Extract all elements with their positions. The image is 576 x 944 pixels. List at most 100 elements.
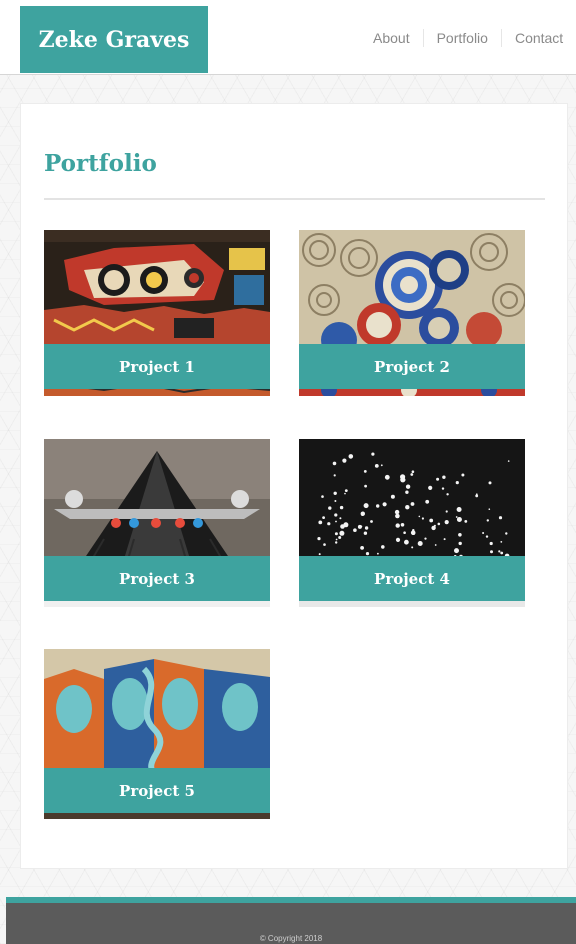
title-divider	[44, 198, 545, 200]
light-dot	[339, 530, 345, 536]
light-dot	[410, 502, 415, 506]
project-tile-3[interactable]: Project 3	[44, 439, 270, 607]
light-dot	[380, 464, 383, 467]
copyright-text: © Copyright 2018	[259, 934, 323, 943]
light-dot	[361, 513, 364, 516]
light-dot	[395, 513, 400, 519]
light-dot	[488, 508, 491, 510]
light-dot	[339, 517, 342, 520]
light-dot	[443, 538, 446, 541]
project-tile-1[interactable]: Project 1	[44, 230, 270, 396]
light-dot	[412, 529, 415, 532]
light-dot	[489, 541, 493, 546]
project-label: Project 5	[44, 768, 270, 813]
light-dot	[335, 520, 337, 523]
light-dot	[335, 538, 338, 541]
light-dot	[332, 461, 337, 466]
light-dot	[488, 481, 492, 485]
light-dot	[428, 485, 433, 490]
site-header: Zeke Graves About Portfolio Contact	[0, 0, 576, 75]
light-dot	[442, 475, 446, 479]
light-dot	[505, 532, 508, 535]
light-dot	[394, 509, 400, 515]
light-dot	[411, 531, 416, 535]
light-dot	[342, 458, 347, 463]
light-dot	[482, 532, 485, 534]
light-dot	[475, 494, 479, 498]
light-dot	[434, 544, 437, 546]
light-dot	[486, 519, 489, 522]
light-dot	[360, 525, 363, 528]
light-dot	[490, 550, 493, 554]
light-dot	[370, 520, 373, 523]
light-dot	[376, 504, 380, 508]
light-dot	[403, 531, 406, 534]
light-dot	[371, 452, 375, 456]
light-dot	[348, 454, 354, 459]
nav-item-portfolio[interactable]: Portfolio	[422, 29, 501, 47]
light-dot	[461, 473, 465, 477]
light-dot	[344, 489, 348, 492]
light-dot	[500, 541, 503, 543]
light-dot	[464, 520, 468, 523]
light-dot	[410, 473, 414, 476]
light-dot	[321, 495, 324, 498]
page-title: Portfolio	[44, 150, 157, 177]
project-label: Project 4	[299, 556, 525, 601]
light-dot	[328, 506, 332, 510]
light-dot	[405, 484, 411, 489]
light-dot	[382, 502, 387, 507]
light-dot	[364, 484, 367, 488]
light-dot	[339, 505, 344, 510]
light-dot	[437, 522, 441, 526]
project-tile-2[interactable]: Project 2	[299, 230, 525, 396]
light-dot	[334, 500, 337, 502]
light-dot	[334, 532, 338, 536]
light-dot	[374, 464, 379, 468]
light-dot	[343, 522, 349, 528]
light-dot	[360, 546, 364, 550]
site-logo[interactable]: Zeke Graves	[20, 6, 208, 73]
light-dot	[395, 537, 401, 542]
light-dot	[418, 515, 421, 518]
project-label: Project 2	[299, 344, 525, 389]
project-tile-4[interactable]: Project 4	[299, 439, 525, 607]
light-dot	[455, 516, 458, 518]
nav-item-about[interactable]: About	[360, 29, 423, 47]
light-dot	[400, 523, 405, 527]
light-dot	[441, 487, 445, 490]
light-dot	[381, 545, 385, 549]
light-dot	[425, 499, 430, 504]
light-dot	[404, 539, 409, 545]
light-dot	[384, 474, 390, 480]
project-tile-5[interactable]: Project 5	[44, 649, 270, 819]
light-dot	[454, 548, 459, 554]
light-dot	[333, 474, 336, 477]
light-dot	[333, 491, 337, 495]
light-dot	[455, 481, 459, 485]
light-dot	[485, 535, 489, 538]
light-dot	[405, 490, 409, 494]
light-dot	[456, 507, 462, 512]
light-dot	[363, 503, 369, 509]
light-dot	[377, 552, 379, 555]
nav-item-contact[interactable]: Contact	[500, 29, 576, 47]
light-dot	[421, 517, 424, 520]
light-dot	[327, 522, 331, 526]
light-dot	[444, 520, 449, 525]
light-dot	[334, 513, 338, 517]
light-dot	[335, 541, 338, 544]
project-label: Project 1	[44, 344, 270, 389]
light-dot	[322, 516, 325, 519]
light-dot	[363, 470, 367, 473]
light-dot	[363, 531, 368, 535]
light-dot	[390, 494, 395, 499]
light-dot	[456, 517, 462, 522]
light-dot	[429, 518, 434, 523]
light-dot	[364, 526, 369, 530]
light-dot	[395, 523, 400, 528]
light-dot	[318, 520, 323, 525]
main-nav: About Portfolio Contact	[360, 28, 576, 48]
light-dot	[318, 553, 321, 556]
light-dot	[323, 543, 326, 546]
